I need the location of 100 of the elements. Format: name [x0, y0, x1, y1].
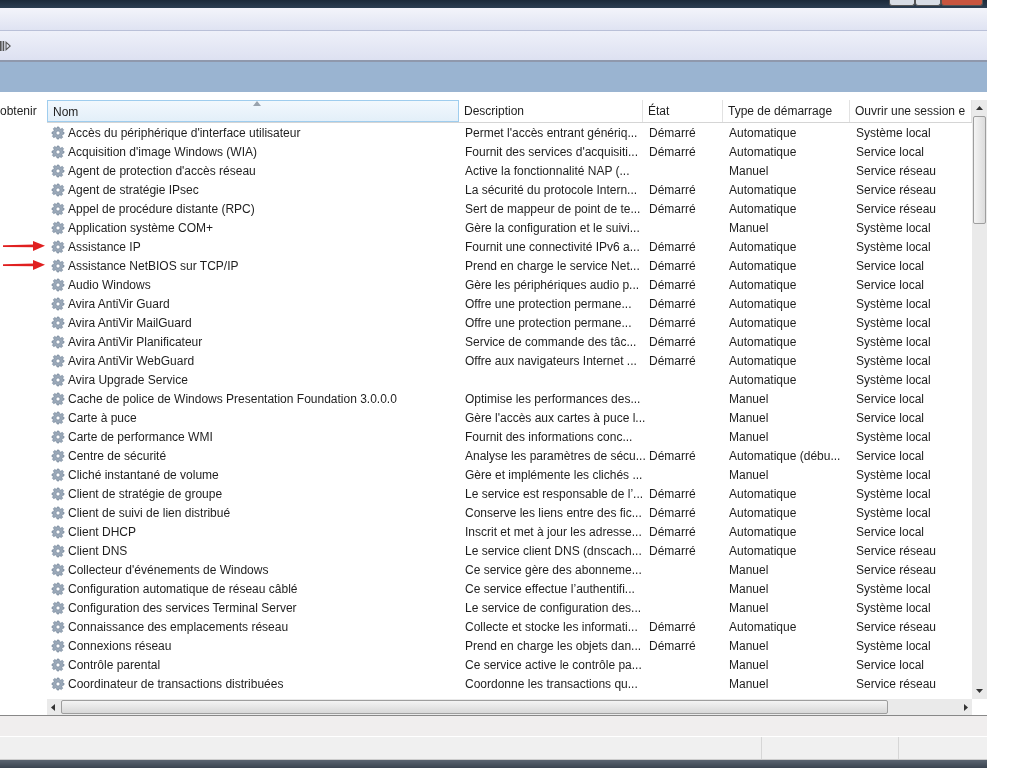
- table-cell-text: Prend en charge les objets dan...: [464, 638, 643, 653]
- table-cell-text: Manuel: [728, 676, 770, 691]
- table-cell-text: Automatique: [728, 619, 798, 634]
- table-cell-text: Manuel: [728, 220, 770, 235]
- horizontal-scrollbar[interactable]: [47, 699, 972, 715]
- service-name[interactable]: Configuration automatique de réseau câblé: [47, 581, 459, 596]
- table-cell-text: Sert de mappeur de point de te...: [464, 201, 642, 216]
- table-cell-text: Démarré: [648, 543, 697, 558]
- gear-icon: [51, 410, 65, 425]
- service-name[interactable]: Audio Windows: [47, 277, 459, 292]
- table-cell-text: Automatique: [728, 296, 798, 311]
- gear-icon: [51, 144, 65, 159]
- column-header[interactable]: Nom: [47, 100, 459, 122]
- table-cell-text: Manuel: [728, 562, 770, 577]
- table-cell-text: Manuel: [728, 163, 770, 178]
- service-name[interactable]: Connaissance des emplacements réseau: [47, 619, 459, 634]
- table-cell-text: Démarré: [648, 125, 697, 140]
- service-name[interactable]: Collecteur d'événements de Windows: [47, 562, 459, 577]
- service-name[interactable]: Avira AntiVir MailGuard: [47, 315, 459, 330]
- minimize-button[interactable]: [889, 0, 915, 6]
- service-name[interactable]: Centre de sécurité: [47, 448, 459, 463]
- pause-play-icon[interactable]: [0, 40, 11, 51]
- gear-icon: [51, 543, 65, 558]
- service-name[interactable]: Client DNS: [47, 543, 459, 558]
- table-cell-text: Gère et implémente les clichés ...: [464, 467, 643, 482]
- scroll-right-icon[interactable]: [964, 703, 968, 711]
- scroll-up-icon[interactable]: [976, 106, 983, 110]
- service-name[interactable]: Agent de stratégie IPsec: [47, 182, 459, 197]
- service-name[interactable]: Assistance IP: [47, 239, 459, 254]
- gear-icon: [51, 676, 65, 691]
- table-cell-text: Démarré: [648, 258, 697, 273]
- service-name[interactable]: Carte de performance WMI: [47, 429, 459, 444]
- table-cell-text: Automatique: [728, 277, 798, 292]
- table-cell-text: Ce service gère des abonneme...: [464, 562, 643, 577]
- table-cell-text: Système local: [855, 600, 932, 615]
- table-cell-text: Automatique: [728, 524, 798, 539]
- service-name[interactable]: Configuration des services Terminal Server: [47, 600, 459, 615]
- table-cell-text: Gère les périphériques audio p...: [464, 277, 641, 292]
- table-cell-text: Le service client DNS (dnscach...: [464, 543, 643, 558]
- service-name[interactable]: Client DHCP: [47, 524, 459, 539]
- table-cell-text: Système local: [855, 334, 932, 349]
- table-cell-text: Automatique: [728, 372, 798, 387]
- table-cell-text: Système local: [855, 296, 932, 311]
- scroll-thumb[interactable]: [61, 700, 888, 714]
- table-cell-text: Automatique: [728, 315, 798, 330]
- service-name[interactable]: Carte à puce: [47, 410, 459, 425]
- service-name[interactable]: Cache de police de Windows Presentation Foundation 3.0.0.0: [47, 391, 459, 406]
- gear-icon: [51, 619, 65, 634]
- table-cell-text: Automatique: [728, 334, 798, 349]
- table-cell-text: Analyse les paramètres de sécu...: [464, 448, 643, 463]
- table-cell-text: Service réseau: [855, 182, 938, 197]
- table-cell-text: Collecte et stocke les informati...: [464, 619, 639, 634]
- table-cell-text: Offre une protection permane...: [464, 315, 633, 330]
- scroll-thumb[interactable]: [973, 116, 986, 224]
- service-name[interactable]: Avira AntiVir Guard: [47, 296, 459, 311]
- service-name[interactable]: Avira AntiVir Planificateur: [47, 334, 459, 349]
- table-cell-text: Système local: [855, 581, 932, 596]
- service-name[interactable]: Avira AntiVir WebGuard: [47, 353, 459, 368]
- scroll-down-icon[interactable]: [976, 689, 983, 693]
- service-name[interactable]: Appel de procédure distante (RPC): [47, 201, 459, 216]
- gear-icon: [51, 220, 65, 235]
- service-name[interactable]: Connexions réseau: [47, 638, 459, 653]
- gear-icon: [51, 581, 65, 596]
- service-name[interactable]: Agent de protection d'accès réseau: [47, 163, 459, 178]
- service-name[interactable]: Accès du périphérique d'interface utilisateur: [47, 125, 459, 140]
- vertical-scrollbar[interactable]: [972, 100, 987, 699]
- table-cell-text: Manuel: [728, 429, 770, 444]
- gear-icon: [51, 182, 65, 197]
- table-cell-text: Automatique: [728, 543, 798, 558]
- gear-icon: [51, 315, 65, 330]
- service-name[interactable]: Assistance NetBIOS sur TCP/IP: [47, 258, 459, 273]
- table-cell-text: Fournit des services d'acquisiti...: [464, 144, 640, 159]
- table-cell-text: Automatique: [728, 125, 798, 140]
- scroll-left-icon[interactable]: [51, 703, 55, 711]
- service-name[interactable]: Avira Upgrade Service: [47, 372, 459, 387]
- table-cell-text: Démarré: [648, 201, 697, 216]
- service-name[interactable]: Acquisition d'image Windows (WIA): [47, 144, 459, 159]
- gear-icon: [51, 391, 65, 406]
- maximize-button[interactable]: [915, 0, 941, 6]
- table-cell-text: Système local: [855, 505, 932, 520]
- service-name[interactable]: Client de suivi de lien distribué: [47, 505, 459, 520]
- service-name[interactable]: Contrôle parental: [47, 657, 459, 672]
- sort-arrow-icon: [253, 101, 261, 106]
- table-cell-text: Service local: [855, 277, 926, 292]
- table-cell-text: Système local: [855, 467, 932, 482]
- gear-icon: [51, 163, 65, 178]
- gear-icon: [51, 448, 65, 463]
- table-cell-text: Service local: [855, 448, 926, 463]
- table-cell-text: Service local: [855, 258, 926, 273]
- table-cell-text: Le service est responsable de l’...: [464, 486, 643, 501]
- table-cell-text: Système local: [855, 315, 932, 330]
- service-name[interactable]: Application système COM+: [47, 220, 459, 235]
- table-cell-text: Automatique: [728, 201, 798, 216]
- service-name[interactable]: Client de stratégie de groupe: [47, 486, 459, 501]
- service-name[interactable]: Coordinateur de transactions distribuées: [47, 676, 459, 691]
- table-cell-text: Démarré: [648, 505, 697, 520]
- gear-icon: [51, 524, 65, 539]
- table-cell-text: La sécurité du protocole Intern...: [464, 182, 639, 197]
- table-cell-text: Démarré: [648, 277, 697, 292]
- service-name[interactable]: Cliché instantané de volume: [47, 467, 459, 482]
